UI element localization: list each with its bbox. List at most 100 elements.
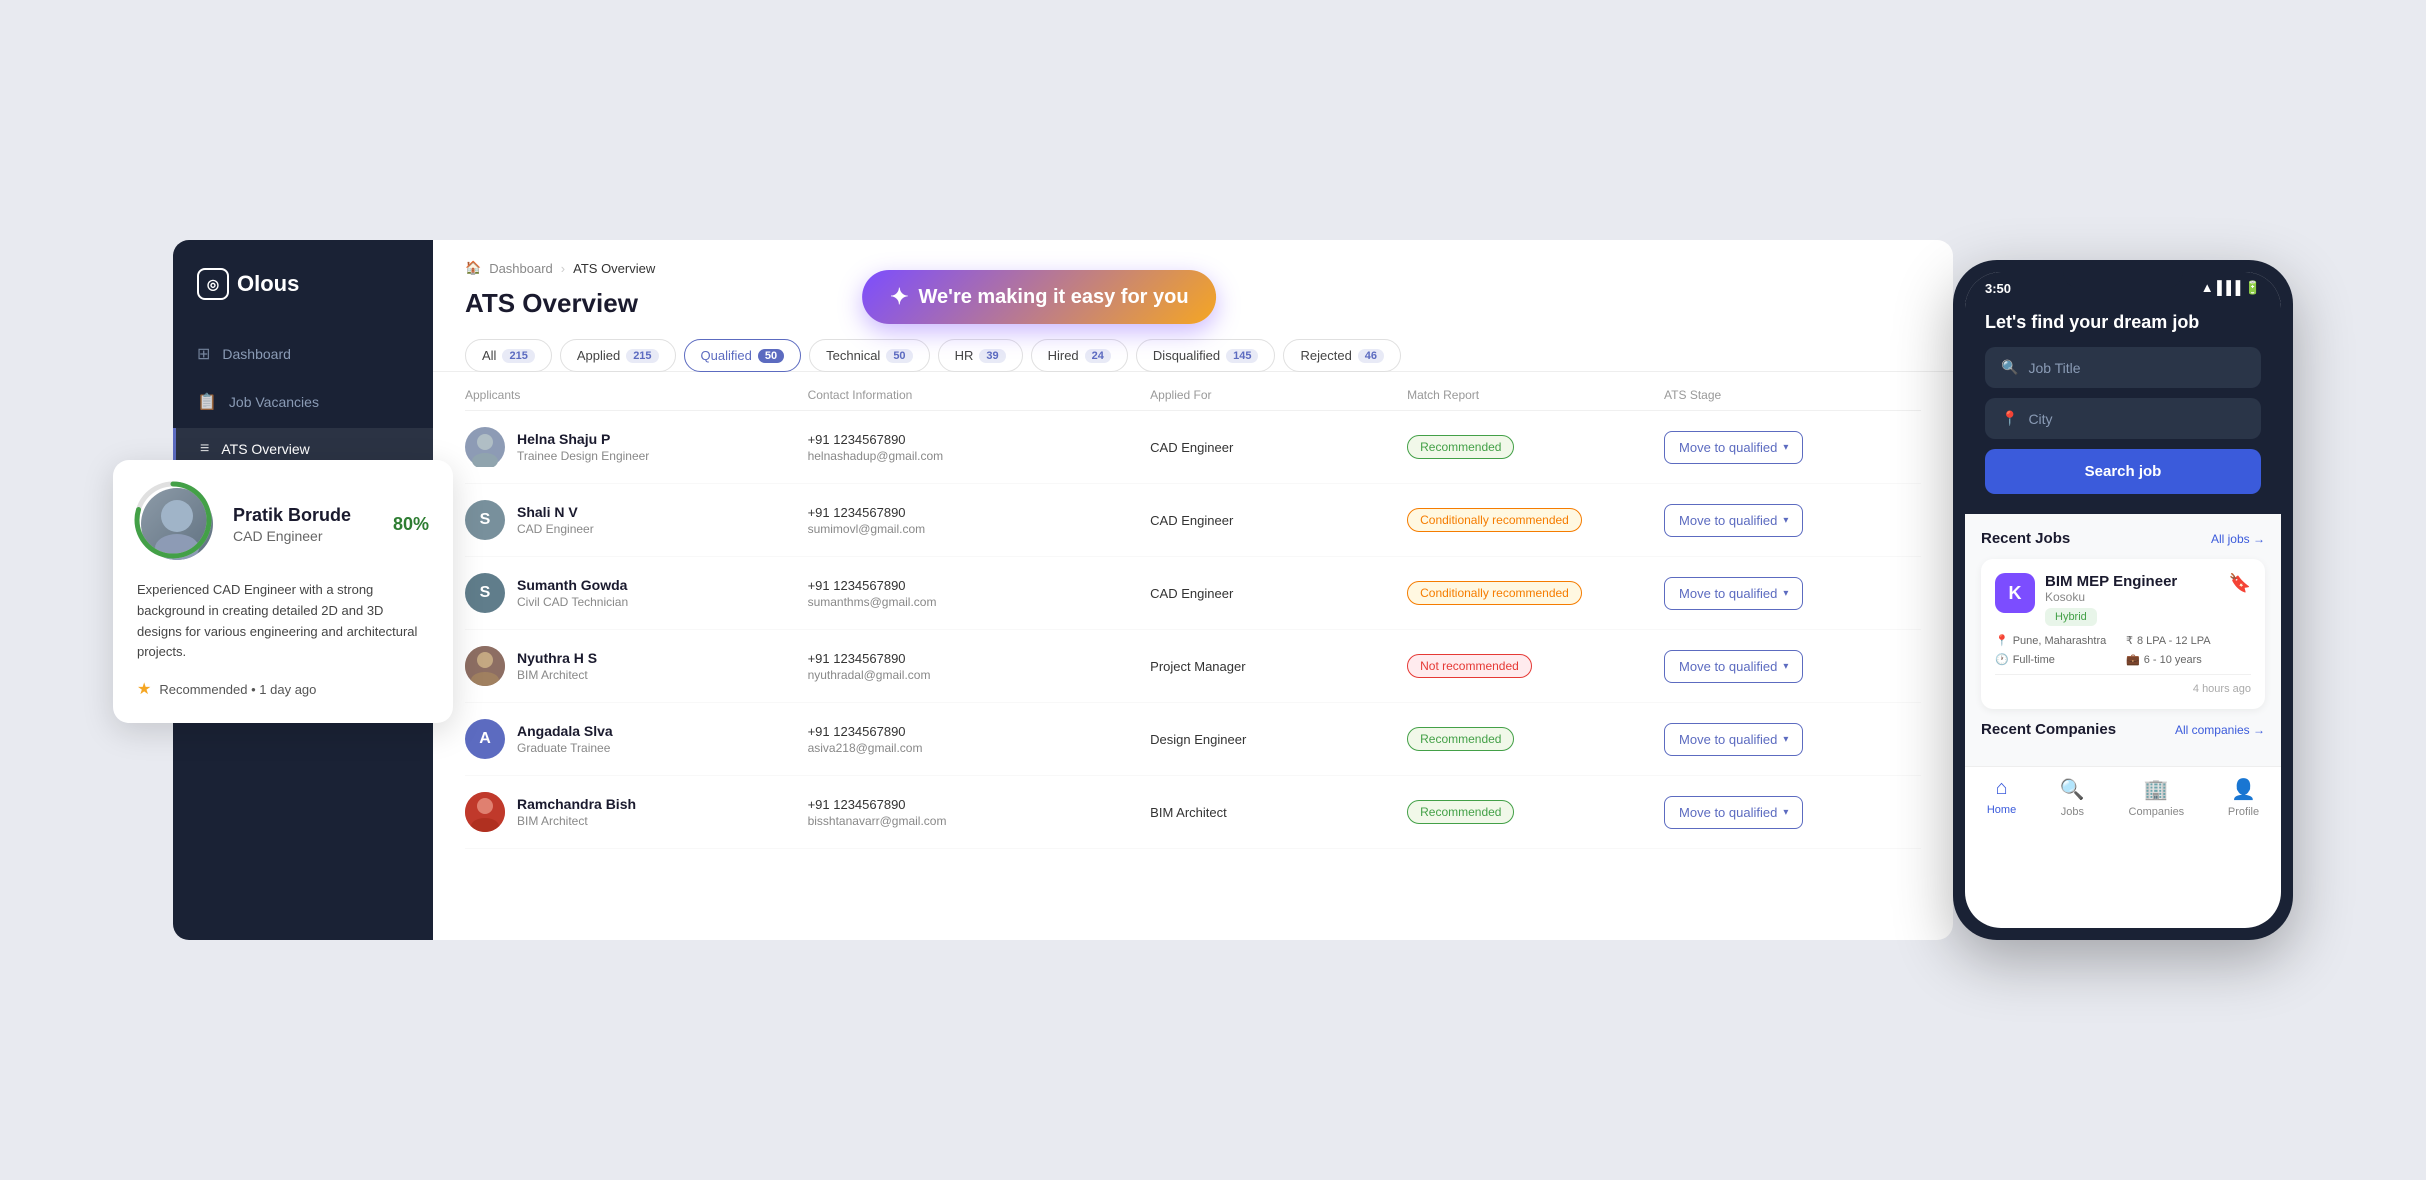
filter-tab-label: Qualified — [701, 348, 752, 363]
phone-frame: 3:50 ▲ ▌▌▌🔋 Let's find your dream job 🔍 … — [1953, 260, 2293, 940]
ats-cell: Move to qualified ▾ — [1664, 504, 1921, 537]
bookmark-icon[interactable]: 🔖 — [2229, 573, 2251, 594]
col-match: Match Report — [1407, 388, 1664, 402]
job-title: BIM MEP Engineer — [2045, 573, 2219, 590]
move-to-qualified-button[interactable]: Move to qualified ▾ — [1664, 431, 1803, 464]
contact-phone: +91 1234567890 — [808, 432, 1151, 447]
match-cell: Recommended — [1407, 727, 1664, 751]
city-input[interactable]: 📍 City — [1985, 398, 2261, 439]
table-row: Nyuthra H S BIM Architect +91 1234567890… — [465, 630, 1921, 703]
job-employment-type: 🕐 Full-time — [1995, 653, 2120, 666]
profile-icon: 👤 — [2231, 777, 2256, 802]
filter-tab-applied[interactable]: Applied 215 — [560, 339, 676, 372]
filter-tab-technical[interactable]: Technical 50 — [809, 339, 929, 372]
applied-for: CAD Engineer — [1150, 586, 1407, 601]
all-companies-link[interactable]: All companies → — [2175, 723, 2265, 737]
profile-card: Pratik Borude CAD Engineer 80% Experienc… — [113, 460, 453, 723]
profile-name: Pratik Borude — [233, 505, 377, 526]
time-ago: 4 hours ago — [2193, 683, 2251, 695]
nav-jobs[interactable]: 🔍 Jobs — [2060, 777, 2085, 818]
nav-home[interactable]: ⌂ Home — [1987, 777, 2016, 818]
move-to-qualified-button[interactable]: Move to qualified ▾ — [1664, 577, 1803, 610]
phone-mockup: 3:50 ▲ ▌▌▌🔋 Let's find your dream job 🔍 … — [1933, 260, 2313, 940]
applicant-cell: Ramchandra Bish BIM Architect — [465, 792, 808, 832]
search-job-button[interactable]: Search job — [1985, 449, 2261, 494]
companies-icon: 🏢 — [2144, 777, 2169, 802]
profile-role: CAD Engineer — [233, 528, 377, 544]
col-applicants: Applicants — [465, 388, 808, 402]
table-header: Applicants Contact Information Applied F… — [465, 372, 1921, 411]
nav-profile[interactable]: 👤 Profile — [2228, 777, 2259, 818]
filter-tab-label: Applied — [577, 348, 620, 363]
table-row: S Shali N V CAD Engineer +91 1234567890 … — [465, 484, 1921, 557]
chevron-down-icon: ▾ — [1783, 442, 1788, 453]
filter-tab-rejected[interactable]: Rejected 46 — [1283, 339, 1401, 372]
location-icon: 📍 — [1995, 634, 2009, 647]
sidebar-item-label: Dashboard — [222, 346, 291, 362]
contact-email: bisshtanavarr@gmail.com — [808, 814, 1151, 828]
match-badge: Conditionally recommended — [1407, 508, 1582, 532]
phone-screen: 3:50 ▲ ▌▌▌🔋 Let's find your dream job 🔍 … — [1965, 272, 2281, 928]
ats-cell: Move to qualified ▾ — [1664, 577, 1921, 610]
filter-tab-label: Hired — [1048, 348, 1079, 363]
status-time: 3:50 — [1985, 281, 2011, 296]
contact-cell: +91 1234567890 asiva218@gmail.com — [808, 724, 1151, 755]
move-to-qualified-button[interactable]: Move to qualified ▾ — [1664, 650, 1803, 683]
job-experience: 💼 6 - 10 years — [2126, 653, 2251, 666]
phone-title: Let's find your dream job — [1985, 312, 2261, 333]
profile-description: Experienced CAD Engineer with a strong b… — [137, 580, 429, 663]
filter-tab-count: 50 — [886, 349, 912, 363]
breadcrumb-home: Dashboard — [489, 261, 553, 276]
recent-jobs-title: Recent Jobs — [1981, 530, 2070, 547]
filter-tab-hired[interactable]: Hired 24 — [1031, 339, 1128, 372]
location-icon: 📍 — [2001, 410, 2018, 427]
match-cell: Conditionally recommended — [1407, 581, 1664, 605]
sparkle-icon: ✦ — [890, 284, 908, 310]
applicant-cell: S Shali N V CAD Engineer — [465, 500, 808, 540]
applied-for: BIM Architect — [1150, 805, 1407, 820]
move-to-qualified-button[interactable]: Move to qualified ▾ — [1664, 504, 1803, 537]
move-to-qualified-button[interactable]: Move to qualified ▾ — [1664, 723, 1803, 756]
contact-phone: +91 1234567890 — [808, 578, 1151, 593]
sidebar-item-dashboard[interactable]: ⊞ Dashboard — [173, 332, 433, 376]
match-cell: Recommended — [1407, 800, 1664, 824]
applicant-name: Nyuthra H S — [517, 650, 597, 666]
recent-companies-title: Recent Companies — [1981, 721, 2116, 738]
contact-cell: +91 1234567890 sumimovl@gmail.com — [808, 505, 1151, 536]
contact-email: helnashadup@gmail.com — [808, 449, 1151, 463]
filter-tab-all[interactable]: All 215 — [465, 339, 552, 372]
filter-tab-disqualified[interactable]: Disqualified 145 — [1136, 339, 1276, 372]
sidebar-item-job-vacancies[interactable]: 📋 Job Vacancies — [173, 380, 433, 424]
logo-icon: ◎ — [197, 268, 229, 300]
contact-email: asiva218@gmail.com — [808, 741, 1151, 755]
job-title-input[interactable]: 🔍 Job Title — [1985, 347, 2261, 388]
filter-tab-count: 50 — [758, 349, 784, 363]
job-card-header: K BIM MEP Engineer Kosoku Hybrid 🔖 — [1995, 573, 2251, 626]
filter-tab-label: All — [482, 348, 496, 363]
job-card-footer: 4 hours ago — [1995, 674, 2251, 695]
phone-header: Let's find your dream job 🔍 Job Title 📍 … — [1965, 300, 2281, 514]
avatar: S — [465, 573, 505, 613]
applicant-sub: BIM Architect — [517, 668, 597, 682]
col-ats-stage: ATS Stage — [1664, 388, 1921, 402]
filter-tab-hr[interactable]: HR 39 — [938, 339, 1023, 372]
applied-for: CAD Engineer — [1150, 440, 1407, 455]
all-jobs-link[interactable]: All jobs → — [2211, 532, 2265, 546]
applicant-sub: Graduate Trainee — [517, 741, 613, 755]
filter-tab-qualified[interactable]: Qualified 50 — [684, 339, 802, 372]
col-applied-for: Applied For — [1150, 388, 1407, 402]
applicant-sub: CAD Engineer — [517, 522, 594, 536]
progress-ring — [133, 480, 213, 560]
move-to-qualified-button[interactable]: Move to qualified ▾ — [1664, 796, 1803, 829]
contact-cell: +91 1234567890 sumanthms@gmail.com — [808, 578, 1151, 609]
breadcrumb-current: ATS Overview — [573, 261, 655, 276]
table-row: S Sumanth Gowda Civil CAD Technician +91… — [465, 557, 1921, 630]
contact-email: nyuthradal@gmail.com — [808, 668, 1151, 682]
nav-companies[interactable]: 🏢 Companies — [2129, 777, 2185, 818]
contact-email: sumimovl@gmail.com — [808, 522, 1151, 536]
contact-phone: +91 1234567890 — [808, 797, 1151, 812]
contact-phone: +91 1234567890 — [808, 505, 1151, 520]
match-badge: Conditionally recommended — [1407, 581, 1582, 605]
sidebar-item-label: ATS Overview — [221, 441, 309, 457]
job-salary: ₹ 8 LPA - 12 LPA — [2126, 634, 2251, 647]
